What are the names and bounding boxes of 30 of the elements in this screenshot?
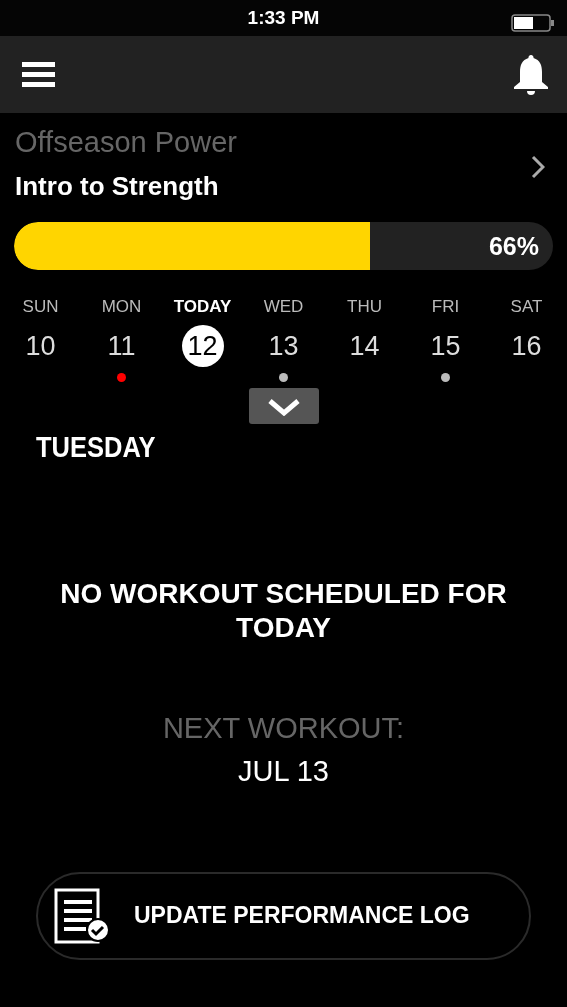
day-label: THU [346, 295, 383, 318]
bell-icon[interactable] [513, 54, 549, 95]
day-label: SUN [21, 295, 60, 318]
expand-button[interactable] [248, 388, 319, 425]
next-workout-label: NEXT WORKOUT: [161, 710, 406, 746]
date-button[interactable]: 14 [343, 325, 386, 368]
date-button[interactable]: 13 [262, 325, 305, 368]
next-workout-date: JUL 13 [237, 754, 330, 790]
day-label: SAT [509, 295, 544, 318]
day-label: FRI [430, 295, 461, 318]
chevron-right-icon[interactable] [531, 154, 545, 179]
document-check-icon [54, 887, 110, 944]
progress-percent: 66% [488, 230, 539, 262]
day-heading: TUESDAY [36, 429, 156, 466]
battery-icon [511, 13, 555, 32]
day-label: WED [262, 295, 305, 318]
empty-message: NO WORKOUT SCHEDULED FOR TODAY [59, 577, 508, 645]
date-button[interactable]: 16 [505, 325, 548, 368]
menu-icon[interactable] [22, 62, 55, 87]
date-button[interactable]: 11 [100, 325, 143, 368]
update-log-button[interactable]: UPDATE PERFORMANCE LOG [36, 871, 531, 960]
program-title: Offseason Power [15, 127, 237, 159]
status-time: 1:33 PM [247, 5, 320, 30]
day-label: TODAY [172, 295, 233, 318]
date-button[interactable]: 12 [181, 325, 224, 368]
chevron-down-icon [266, 398, 301, 417]
day-label: MON [100, 295, 143, 318]
phase-title: Intro to Strength [15, 169, 220, 203]
date-button[interactable]: 15 [424, 325, 467, 368]
date-button[interactable]: 10 [19, 325, 62, 368]
